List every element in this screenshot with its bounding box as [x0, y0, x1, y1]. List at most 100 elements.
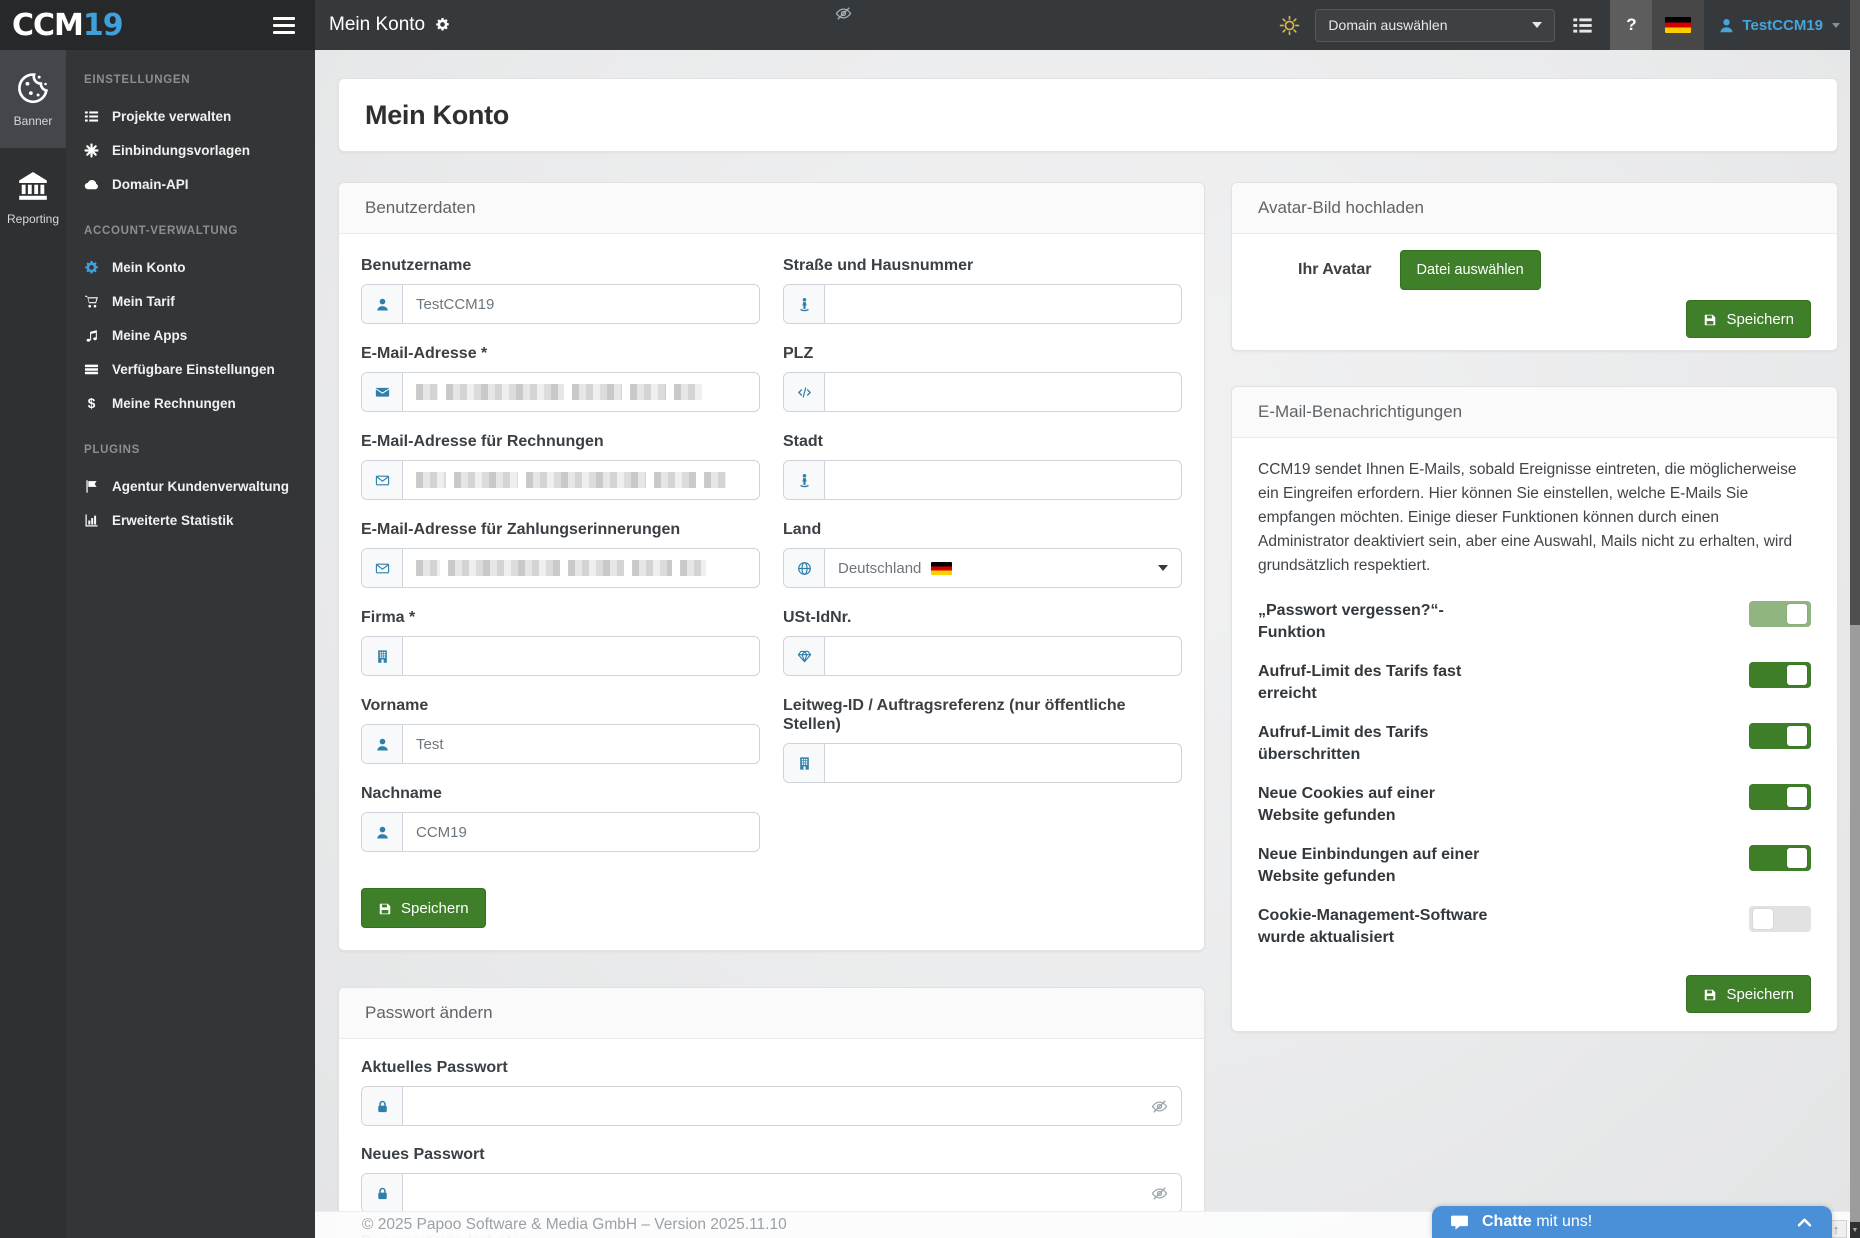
toggle-switch[interactable]: [1749, 662, 1811, 688]
notifications-save-button[interactable]: Speichern: [1686, 975, 1811, 1013]
field-label: Straße und Hausnummer: [783, 256, 1182, 275]
toggle-switch[interactable]: [1749, 845, 1811, 871]
avatar-save-button[interactable]: Speichern: [1686, 300, 1811, 338]
sidebar-item-domain-api[interactable]: Domain-API: [84, 167, 305, 201]
field-label: E-Mail-Adresse für Rechnungen: [361, 432, 760, 451]
toggle-switch[interactable]: [1749, 723, 1811, 749]
text-input[interactable]: [783, 284, 1182, 324]
eye-slash-icon[interactable]: [1151, 1174, 1181, 1212]
password-input[interactable]: [361, 1173, 1182, 1213]
scrollbar-down-arrow[interactable]: ▼: [1850, 1222, 1860, 1238]
password-visibility-icon[interactable]: [835, 3, 852, 23]
hamburger-menu-icon[interactable]: [269, 13, 299, 38]
sidebar-item-mein-konto[interactable]: Mein Konto: [84, 250, 305, 284]
field-e-mail-adresse-für-zahlungserinnerungen: E-Mail-Adresse für Zahlungserinnerungen: [361, 520, 760, 588]
text-input[interactable]: [361, 548, 760, 588]
text-input[interactable]: CCM19: [361, 812, 760, 852]
sidebar-item-meine-rechnungen[interactable]: $Meine Rechnungen: [84, 386, 305, 420]
chevron-down-icon: [1832, 23, 1840, 28]
notification-row-passwort-vergessen-funktion: „Passwort vergessen?“-Funktion: [1258, 600, 1811, 644]
chart-icon: [84, 513, 99, 528]
scrollbar[interactable]: ▼: [1850, 0, 1860, 1238]
burst-icon: [84, 143, 99, 158]
redacted-text: [568, 560, 624, 576]
text-input[interactable]: [783, 460, 1182, 500]
avatar-card: Avatar-Bild hochladen Ihr Avatar Datei a…: [1231, 182, 1838, 351]
menu-section-plugins: PLUGINS: [84, 444, 305, 456]
choose-file-button[interactable]: Datei auswählen: [1400, 250, 1541, 290]
user-menu[interactable]: TestCCM19: [1718, 16, 1840, 34]
field-label: E-Mail-Adresse für Zahlungserinnerungen: [361, 520, 760, 539]
envelope-open-icon: [362, 549, 403, 587]
field-label: Neues Passwort: [361, 1146, 1182, 1164]
text-input[interactable]: TestCCM19: [361, 284, 760, 324]
redacted-text: [704, 472, 726, 488]
text-input[interactable]: [783, 743, 1182, 783]
benutzerdaten-save-button[interactable]: Speichern: [361, 888, 486, 928]
sidebar-item-projekte-verwalten[interactable]: Projekte verwalten: [84, 99, 305, 133]
german-flag-icon: [931, 562, 952, 575]
building-icon: [362, 637, 403, 675]
chevron-up-icon: [1795, 1213, 1814, 1232]
person-icon: [362, 725, 403, 763]
input-value: TestCCM19: [416, 296, 494, 313]
envelope-icon: [362, 373, 403, 411]
user-name: TestCCM19: [1742, 17, 1823, 34]
sidebar-item-verfügbare-einstellungen[interactable]: Verfügbare Einstellungen: [84, 352, 305, 386]
sidebar-item-erweiterte-statistik[interactable]: Erweiterte Statistik: [84, 503, 305, 537]
toggle-switch[interactable]: [1749, 784, 1811, 810]
help-button[interactable]: ?: [1610, 0, 1652, 50]
person-icon: [362, 813, 403, 851]
toggle-switch[interactable]: [1749, 906, 1811, 932]
text-input[interactable]: [783, 636, 1182, 676]
language-button[interactable]: [1652, 0, 1704, 50]
cookie-icon: [16, 71, 50, 105]
field-label: Benutzername: [361, 256, 760, 275]
top-bar: CCM19 Mein Konto Domain auswählen ? Test…: [0, 0, 1860, 50]
toggle-switch[interactable]: [1749, 601, 1811, 627]
rail-item-reporting[interactable]: Reporting: [0, 148, 66, 246]
text-input[interactable]: [361, 460, 760, 500]
text-input[interactable]: [783, 372, 1182, 412]
ccm19-logo[interactable]: CCM19: [12, 8, 123, 43]
domain-select[interactable]: Domain auswählen: [1315, 9, 1555, 42]
sidebar-item-agentur-kundenverwaltung[interactable]: Agentur Kundenverwaltung: [84, 469, 305, 503]
password-input[interactable]: [361, 1086, 1182, 1126]
passwort-card-header: Passwort ändern: [339, 988, 1204, 1039]
field-ust-idnr: USt-IdNr.: [783, 608, 1182, 676]
toggle-label: Neue Cookies auf einer Website gefunden: [1258, 783, 1490, 827]
redacted-text: [448, 560, 560, 576]
sidebar-item-label: Meine Rechnungen: [112, 396, 236, 411]
field-stadt: Stadt: [783, 432, 1182, 500]
sidebar-item-label: Einbindungsvorlagen: [112, 143, 250, 158]
rail-item-banner[interactable]: Banner: [0, 50, 66, 148]
bank-icon: [16, 169, 50, 203]
field-e-mail-adresse: E-Mail-Adresse *: [361, 344, 760, 412]
sidebar-item-einbindungsvorlagen[interactable]: Einbindungsvorlagen: [84, 133, 305, 167]
field-straße-und-hausnummer: Straße und Hausnummer: [783, 256, 1182, 324]
theme-sun-icon[interactable]: [1279, 13, 1300, 37]
street-icon: [784, 285, 825, 323]
text-input[interactable]: Test: [361, 724, 760, 764]
text-input[interactable]: [361, 372, 760, 412]
toggle-label: Cookie-Management-Software wurde aktuali…: [1258, 905, 1490, 949]
menu-section-account-verwaltung: ACCOUNT-VERWALTUNG: [84, 225, 305, 237]
page-settings-gear-icon[interactable]: [435, 14, 450, 36]
scrollbar-thumb[interactable]: [1850, 0, 1860, 625]
chat-widget[interactable]: Chatte mit uns!: [1432, 1206, 1832, 1238]
list-view-icon[interactable]: [1572, 13, 1593, 37]
eye-slash-icon[interactable]: [1151, 1087, 1181, 1125]
field-label: PLZ: [783, 344, 1182, 363]
text-input[interactable]: [361, 636, 760, 676]
field-label: Vorname: [361, 696, 760, 715]
sidebar-item-label: Agentur Kundenverwaltung: [112, 479, 289, 494]
list-icon: [84, 109, 99, 124]
toggle-label: Aufruf-Limit des Tarifs fast erreicht: [1258, 661, 1490, 705]
country-select[interactable]: Deutschland: [783, 548, 1182, 588]
field-label: Nachname: [361, 784, 760, 803]
field-benutzername: Benutzername TestCCM19: [361, 256, 760, 324]
sidebar-item-mein-tarif[interactable]: Mein Tarif: [84, 284, 305, 318]
toggle-knob: [1787, 787, 1807, 807]
sidebar-item-meine-apps[interactable]: Meine Apps: [84, 318, 305, 352]
music-icon: [84, 328, 99, 343]
